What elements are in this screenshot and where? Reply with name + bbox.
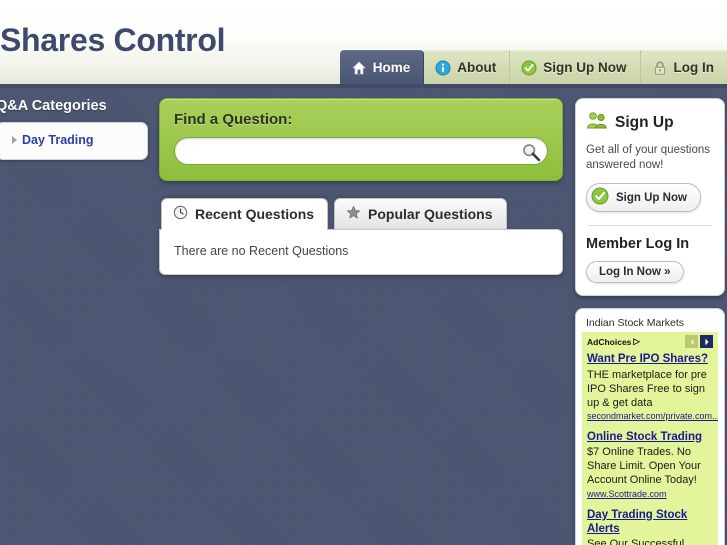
sign-up-now-button[interactable]: Sign Up Now (586, 183, 701, 213)
ad-title-link[interactable]: Want Pre IPO Shares? (587, 352, 713, 366)
find-question-panel: Find a Question: (159, 98, 563, 181)
main-content: Find a Question: Recent Questions Popula… (159, 98, 563, 275)
adchoices-text: AdChoices (587, 336, 632, 347)
signup-description: Get all of your questions answered now! (586, 144, 711, 172)
nav-tab-label: Log In (673, 60, 715, 75)
ad-next-button[interactable] (700, 335, 713, 349)
search-input[interactable] (175, 138, 547, 164)
adchoices-triangle-icon: ▷ (633, 336, 640, 347)
site-header: Shares Control Home About Sign Up Now Lo… (0, 0, 727, 88)
ad-prev-button[interactable] (685, 335, 698, 349)
nav-tab-about[interactable]: About (424, 50, 511, 84)
tab-recent-questions[interactable]: Recent Questions (161, 198, 329, 230)
nav-tab-label: Home (372, 60, 411, 75)
empty-state-message: There are no Recent Questions (174, 244, 349, 258)
questions-tabs: Recent Questions Popular Questions (159, 198, 563, 230)
signup-panel: Sign Up Get all of your questions answer… (575, 98, 725, 297)
right-sidebar: Sign Up Get all of your questions answer… (575, 98, 725, 545)
nav-tab-home[interactable]: Home (339, 50, 425, 84)
nav-tab-label: Sign Up Now (543, 60, 627, 75)
ad-title-link[interactable]: Online Stock Trading (587, 430, 713, 444)
star-icon (346, 205, 361, 223)
ad-url-link[interactable]: www.Scottrade.com (587, 489, 713, 499)
site-title: Shares Control (0, 22, 226, 58)
lock-icon (652, 60, 668, 76)
signup-title: Sign Up (615, 113, 674, 131)
nav-tab-sign-up-now[interactable]: Sign Up Now (510, 50, 641, 84)
ad-description: THE marketplace for pre IPO Shares Free … (587, 368, 707, 409)
tab-label: Popular Questions (368, 206, 493, 222)
sign-up-now-label: Sign Up Now (616, 191, 687, 204)
home-icon (351, 60, 367, 76)
search-button[interactable] (521, 142, 541, 162)
left-sidebar: Q&A Categories Day Trading (0, 98, 148, 160)
check-icon (521, 60, 537, 76)
ad-title-link[interactable]: Day Trading Stock Alerts (587, 508, 713, 537)
ad-item: Want Pre IPO Shares? THE marketplace for… (587, 352, 718, 421)
ad-description: $7 Online Trades. No Share Limit. Open Y… (587, 446, 701, 487)
ad-panel-body: AdChoices ▷ Want Pre IPO Shares? THE mar… (582, 332, 718, 545)
ad-panel-heading: Indian Stock Markets (586, 317, 685, 330)
questions-panel: There are no Recent Questions (159, 229, 563, 275)
member-login-title: Member Log In (586, 236, 690, 253)
log-in-now-button[interactable]: Log In Now » (586, 261, 684, 284)
clock-icon (173, 205, 188, 223)
log-in-now-label: Log In Now » (599, 266, 671, 279)
adchoices-label[interactable]: AdChoices ▷ (587, 336, 640, 347)
categories-title: Q&A Categories (0, 98, 107, 114)
magnifier-icon (521, 144, 541, 165)
nav-tab-label: About (457, 60, 497, 75)
chevron-right-icon (12, 136, 17, 144)
panel-divider (588, 225, 712, 227)
signup-header: Sign Up (586, 110, 714, 135)
search-label: Find a Question: (174, 111, 293, 128)
ad-item: Day Trading Stock Alerts See Our Success… (587, 508, 713, 545)
nav-tab-log-in[interactable]: Log In (640, 50, 727, 84)
info-icon (435, 60, 451, 76)
tab-popular-questions[interactable]: Popular Questions (334, 198, 507, 230)
main-navigation: Home About Sign Up Now Log In (336, 50, 727, 84)
ad-item: Online Stock Trading $7 Online Trades. N… (587, 430, 713, 499)
ad-url-link[interactable]: secondmarket.com/private.com... (587, 411, 718, 421)
categories-list: Day Trading (0, 122, 148, 160)
ad-description: See Our Successful (587, 538, 685, 545)
advertisement-panel: Indian Stock Markets AdChoices ▷ Want Pr… (575, 308, 725, 545)
search-field-wrapper (174, 137, 548, 165)
page-body: Q&A Categories Day Trading Find a Questi… (0, 88, 727, 545)
sidebar-item-label: Day Trading (22, 133, 94, 147)
check-icon (591, 187, 609, 208)
sidebar-item-day-trading[interactable]: Day Trading (1, 129, 143, 155)
users-icon (586, 110, 608, 135)
adchoices-row: AdChoices ▷ (587, 334, 713, 352)
tab-label: Recent Questions (195, 206, 315, 222)
